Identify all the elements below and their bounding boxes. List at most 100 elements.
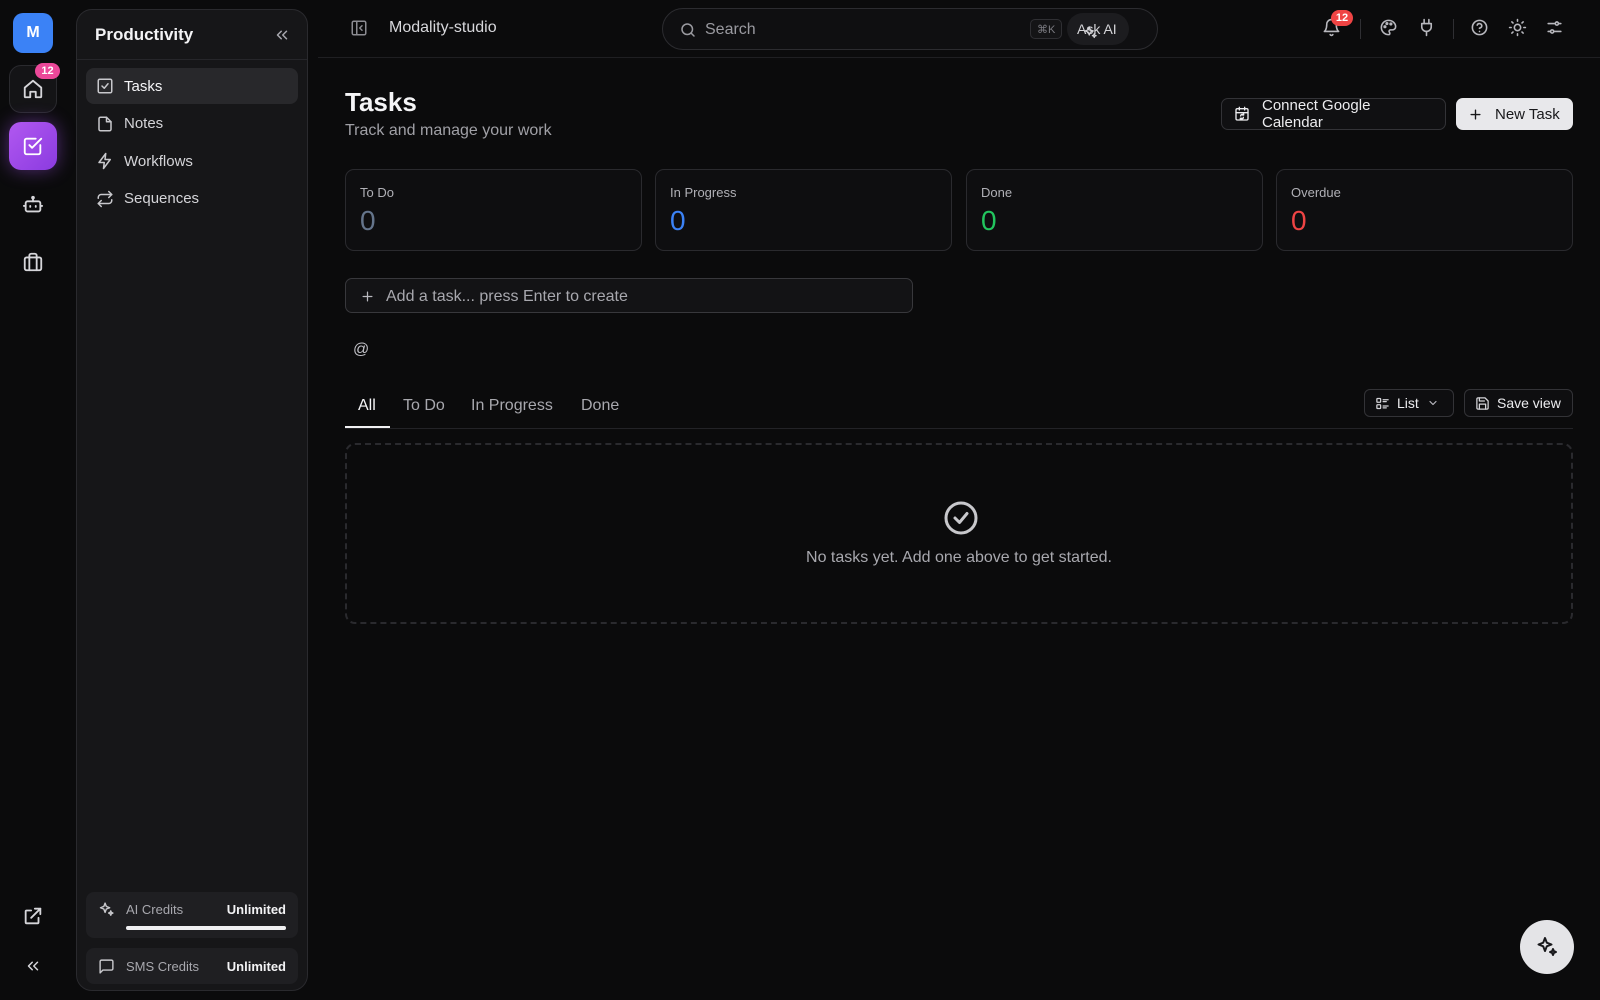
sms-credits-label: SMS Credits xyxy=(126,958,199,974)
search-icon xyxy=(679,21,697,39)
stat-card-in-progress: In Progress 0 xyxy=(655,169,952,251)
stat-label: In Progress xyxy=(670,185,737,200)
ask-ai-button[interactable]: Ask AI xyxy=(1067,13,1129,45)
stat-value: 0 xyxy=(670,205,686,236)
plug-icon xyxy=(1417,18,1436,37)
calendar-sync-icon xyxy=(1234,106,1250,122)
help-button[interactable] xyxy=(1470,18,1489,37)
stat-label: To Do xyxy=(360,185,394,200)
view-layout-dropdown[interactable]: List xyxy=(1364,389,1454,417)
ai-assistant-fab[interactable] xyxy=(1520,920,1574,974)
sparkles-icon xyxy=(1535,935,1559,959)
external-link-icon xyxy=(22,905,44,927)
sidebar-header: Productivity xyxy=(77,10,307,60)
sms-credits-value: Unlimited xyxy=(226,958,286,974)
page-subtitle: Track and manage your work xyxy=(345,122,552,139)
theme-toggle-button[interactable] xyxy=(1508,18,1527,37)
sliders-icon xyxy=(1545,18,1564,37)
stat-label: Done xyxy=(981,185,1013,200)
empty-state-message: No tasks yet. Add one above to get start… xyxy=(806,549,1112,566)
palette-icon xyxy=(1379,18,1398,37)
home-notification-badge: 12 xyxy=(35,63,60,79)
checkbox-icon xyxy=(96,77,114,95)
theme-palette-button[interactable] xyxy=(1379,18,1398,37)
chevrons-left-icon xyxy=(24,957,42,975)
save-view-button[interactable]: Save view xyxy=(1464,389,1573,417)
sidebar-item-label: Tasks xyxy=(124,77,163,95)
search-bar[interactable]: Search ⌘K Ask AI xyxy=(662,8,1158,50)
ai-credits-progress xyxy=(126,926,286,930)
new-task-button[interactable]: New Task xyxy=(1456,98,1573,130)
stat-card-overdue: Overdue 0 xyxy=(1276,169,1573,251)
productivity-sidebar: Productivity Tasks Notes Workflows Seque… xyxy=(76,9,308,991)
integrations-button[interactable] xyxy=(1417,18,1436,37)
active-tab-indicator xyxy=(345,426,390,428)
sms-credits-card: SMS Credits Unlimited xyxy=(86,948,298,984)
tab-all[interactable]: All xyxy=(358,397,376,415)
stat-value: 0 xyxy=(1291,205,1307,236)
tab-done[interactable]: Done xyxy=(581,397,619,415)
plus-icon xyxy=(1468,107,1483,122)
help-circle-icon xyxy=(1470,18,1489,37)
bolt-icon xyxy=(96,152,114,170)
connect-google-calendar-label: Connect Google Calendar xyxy=(1262,97,1371,131)
workspace-name[interactable]: Modality-studio xyxy=(389,19,497,37)
ai-credits-label: AI Credits xyxy=(126,901,184,917)
mention-button[interactable]: @ xyxy=(353,341,369,359)
sparkles-icon xyxy=(1083,25,1098,40)
sidebar-item-sequences[interactable]: Sequences xyxy=(86,181,298,217)
sidebar-item-label: Sequences xyxy=(124,190,200,207)
home-icon xyxy=(22,78,44,100)
stat-value: 0 xyxy=(981,205,997,236)
page-title: Tasks xyxy=(345,87,417,117)
search-input[interactable]: Search xyxy=(705,21,756,39)
plus-icon xyxy=(360,289,375,304)
stat-card-done: Done 0 xyxy=(966,169,1263,251)
ai-credits-value: Unlimited xyxy=(226,901,286,917)
save-icon xyxy=(1475,396,1490,411)
chevrons-left-icon xyxy=(273,26,291,44)
new-task-label: New Task xyxy=(1495,105,1560,123)
view-layout-label: List xyxy=(1397,395,1419,411)
sidebar-title: Productivity xyxy=(95,24,194,44)
sidebar-item-notes[interactable]: Notes xyxy=(86,106,298,142)
check-circle-icon xyxy=(943,500,979,536)
toolbar-divider xyxy=(1453,19,1454,39)
quick-add-task-input[interactable]: Add a task... press Enter to create xyxy=(345,278,913,313)
rail-productivity-button[interactable] xyxy=(9,122,57,170)
save-view-label: Save view xyxy=(1497,395,1561,411)
app-rail: M 12 xyxy=(0,0,66,1000)
rail-open-external-button[interactable] xyxy=(9,892,57,940)
rail-collapse-button[interactable] xyxy=(9,942,57,990)
sidebar-panel-icon xyxy=(350,19,368,37)
list-layout-icon xyxy=(1375,396,1390,411)
stat-label: Overdue xyxy=(1291,185,1341,200)
search-shortcut-hint: ⌘K xyxy=(1030,19,1063,39)
sidebar-item-workflows[interactable]: Workflows xyxy=(86,143,298,179)
settings-button[interactable] xyxy=(1545,18,1564,37)
tab-todo[interactable]: To Do xyxy=(403,397,445,415)
sidebar-item-tasks[interactable]: Tasks xyxy=(86,68,298,104)
toolbar-divider xyxy=(1360,19,1361,39)
chevron-down-icon xyxy=(1427,397,1439,409)
quick-add-placeholder: Add a task... press Enter to create xyxy=(386,288,628,305)
sun-icon xyxy=(1508,18,1527,37)
panel-toggle-button[interactable] xyxy=(350,19,368,37)
sparkles-icon xyxy=(98,901,116,918)
file-icon xyxy=(96,115,114,133)
sidebar-collapse-button[interactable] xyxy=(273,26,291,44)
stat-value: 0 xyxy=(360,205,376,236)
sidebar-item-label: Notes xyxy=(124,115,164,132)
ai-credits-card: AI Credits Unlimited xyxy=(86,892,298,938)
rail-workspace-button[interactable] xyxy=(9,238,57,286)
checkbox-icon xyxy=(22,135,44,157)
tab-in-progress[interactable]: In Progress xyxy=(471,397,553,415)
top-bar: Modality-studio Search ⌘K Ask AI 12 xyxy=(318,0,1600,58)
ai-credits-progress-fill xyxy=(126,926,286,930)
rail-agents-button[interactable] xyxy=(9,181,57,229)
sidebar-nav: Tasks Notes Workflows Sequences xyxy=(77,60,307,226)
empty-state: No tasks yet. Add one above to get start… xyxy=(345,443,1573,624)
briefcase-icon xyxy=(22,251,44,273)
workspace-avatar[interactable]: M xyxy=(13,13,53,53)
connect-google-calendar-button[interactable]: Connect Google Calendar xyxy=(1221,97,1446,131)
